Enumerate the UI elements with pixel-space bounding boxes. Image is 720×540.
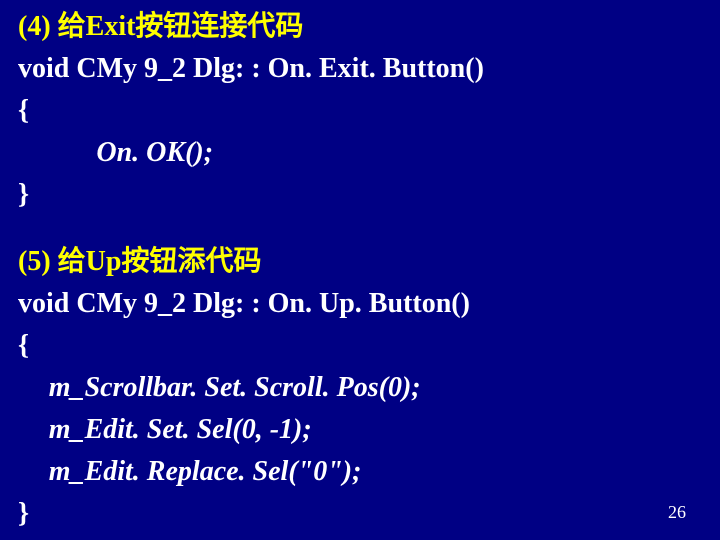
section-4-close-brace: } (18, 174, 702, 216)
section-5-call-setscrollpos: m_Scrollbar. Set. Scroll. Pos(0); (18, 367, 702, 409)
section-5-signature: void CMy 9_2 Dlg: : On. Up. Button() (18, 283, 702, 325)
spacer (18, 216, 702, 241)
section-5-call-setsel: m_Edit. Set. Sel(0, -1); (18, 409, 702, 451)
section-4-call-onok: On. OK(); (18, 132, 702, 174)
page-number: 26 (668, 499, 686, 526)
section-4-signature: void CMy 9_2 Dlg: : On. Exit. Button() (18, 48, 702, 90)
section-4-heading: (4) 给Exit按钮连接代码 (18, 6, 702, 48)
section-4-open-brace: { (18, 90, 702, 132)
section-5-call-replacesel: m_Edit. Replace. Sel("0"); (18, 451, 702, 493)
section-5-close-brace: } (18, 493, 702, 535)
section-5-heading: (5) 给Up按钮添代码 (18, 241, 702, 283)
section-5-open-brace: { (18, 325, 702, 367)
